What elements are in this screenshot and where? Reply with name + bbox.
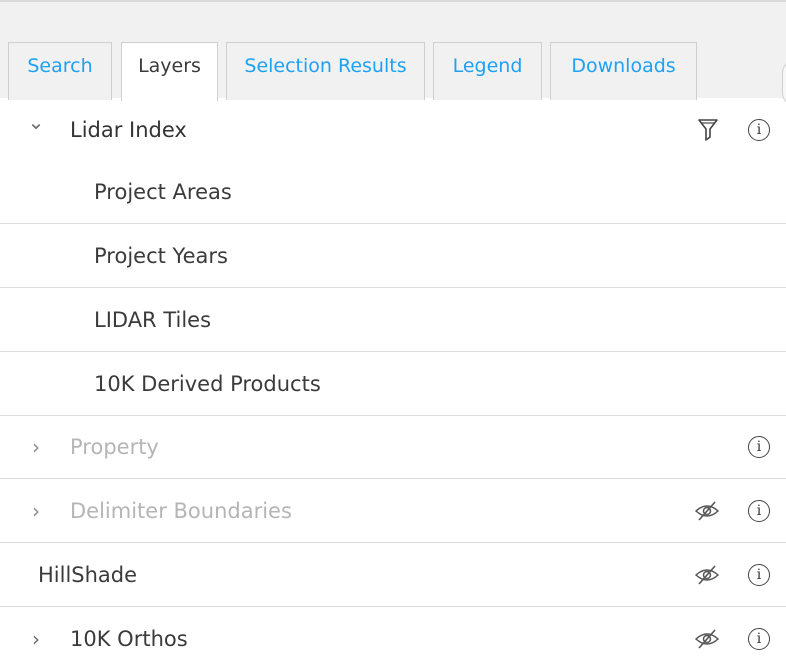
info-icon[interactable]: i	[748, 436, 770, 458]
layer-label: Delimiter Boundaries	[70, 499, 292, 523]
layer-label: Lidar Index	[70, 117, 187, 142]
tab-label: Selection Results	[244, 54, 407, 77]
sublayer-label: 10K Derived Products	[94, 372, 321, 396]
layer-row-property[interactable]: › Property i	[0, 416, 786, 479]
info-icon[interactable]: i	[748, 500, 770, 522]
sublayer-row[interactable]: LIDAR Tiles	[0, 289, 786, 352]
eye-slash-icon[interactable]	[694, 628, 720, 650]
sublayer-row[interactable]: 10K Derived Products	[0, 353, 786, 416]
tab-selection-results[interactable]: Selection Results	[226, 42, 425, 100]
info-icon[interactable]: i	[748, 118, 770, 141]
sublayer-label: Project Areas	[94, 180, 232, 204]
tab-label: Legend	[452, 54, 523, 77]
layer-row-delimiter-boundaries[interactable]: › Delimiter Boundaries i	[0, 480, 786, 543]
filter-icon[interactable]	[697, 117, 719, 143]
layer-row-hillshade[interactable]: HillShade i	[0, 544, 786, 607]
tab-label: Search	[27, 54, 93, 77]
tab-bar: Search Layers Selection Results Legend D…	[0, 0, 786, 106]
tab-legend[interactable]: Legend	[433, 42, 542, 100]
layer-label: 10K Orthos	[70, 626, 188, 651]
tab-search[interactable]: Search	[8, 42, 112, 100]
sublayer-label: LIDAR Tiles	[94, 308, 212, 332]
tab-label: Layers	[138, 55, 201, 77]
sublayer-label: Project Years	[94, 244, 228, 268]
info-icon[interactable]: i	[748, 627, 770, 650]
eye-slash-icon[interactable]	[694, 564, 720, 586]
layer-label: HillShade	[38, 563, 138, 587]
tab-label: Downloads	[571, 54, 676, 77]
chevron-right-icon[interactable]: ›	[26, 499, 46, 523]
chevron-down-icon[interactable]: ⌄	[26, 110, 46, 134]
sublayer-row[interactable]: Project Areas	[0, 161, 786, 224]
info-icon[interactable]: i	[748, 564, 770, 586]
chevron-right-icon[interactable]: ›	[26, 627, 46, 651]
chevron-right-icon[interactable]: ›	[26, 435, 46, 459]
tab-layers[interactable]: Layers	[121, 42, 218, 101]
tab-downloads[interactable]: Downloads	[550, 42, 697, 100]
layer-row-lidar-index[interactable]: ⌄ Lidar Index i	[0, 98, 786, 161]
layer-row-10k-orthos[interactable]: › 10K Orthos i	[0, 607, 786, 670]
eye-slash-icon[interactable]	[694, 500, 720, 522]
layer-label: Property	[70, 435, 159, 459]
sublayer-row[interactable]: Project Years	[0, 225, 786, 288]
